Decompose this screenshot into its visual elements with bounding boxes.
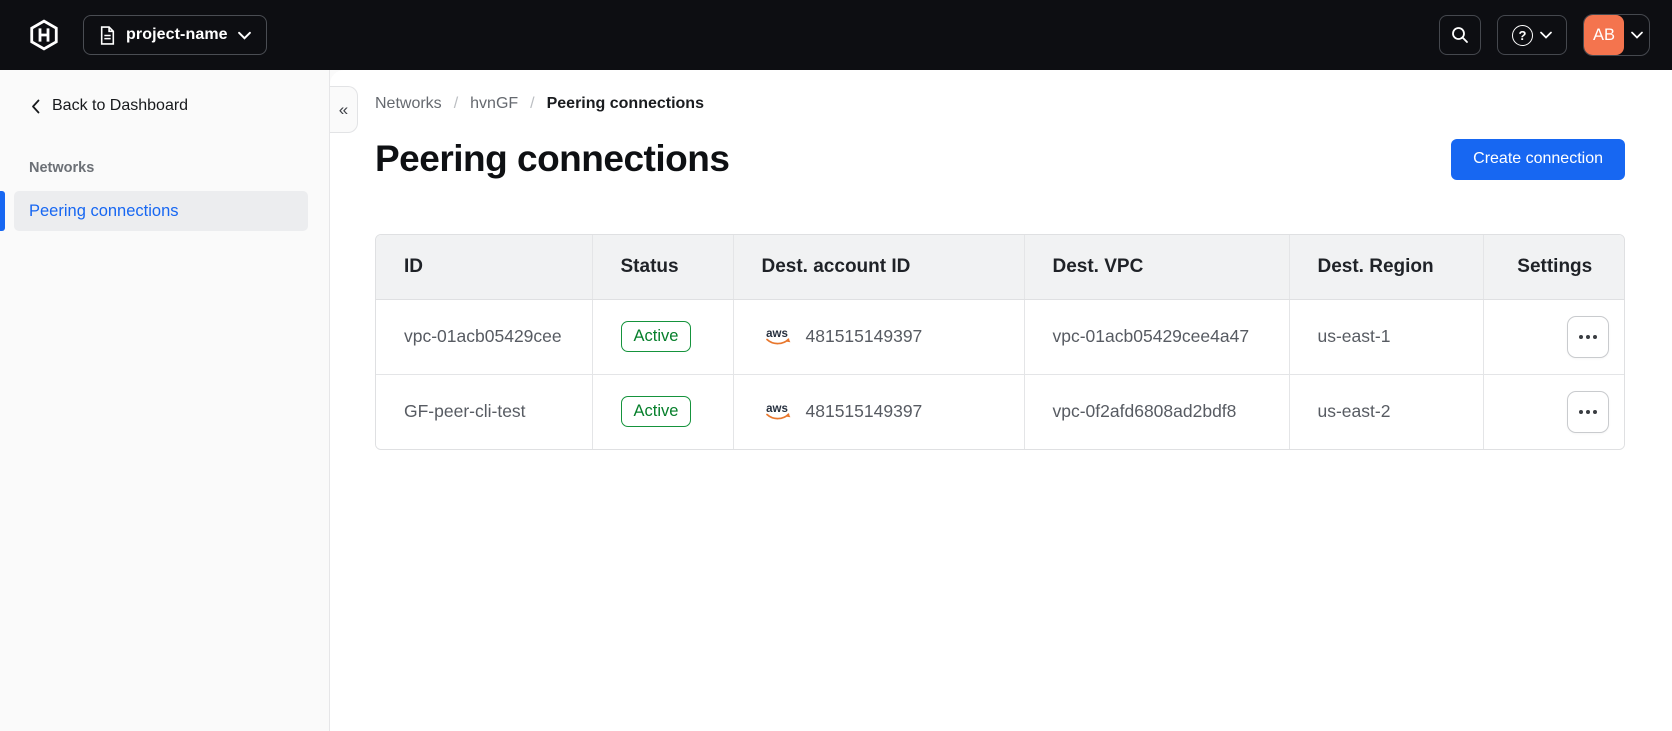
svg-text:aws: aws — [766, 328, 788, 340]
breadcrumb: Networks / hvnGF / Peering connections — [375, 70, 1625, 113]
cell-dest-account: aws 481515149397 — [732, 299, 1024, 374]
aws-icon: aws — [762, 326, 794, 348]
aws-icon: aws — [762, 401, 794, 423]
cell-id: GF-peer-cli-test — [376, 373, 592, 449]
chevron-down-icon — [237, 31, 251, 40]
ellipsis-icon — [1579, 409, 1583, 414]
page-title: Peering connections — [375, 138, 730, 179]
create-connection-button[interactable]: Create connection — [1451, 138, 1625, 180]
chevron-down-icon — [1540, 31, 1552, 39]
row-settings-button[interactable] — [1567, 315, 1609, 358]
cell-dest-vpc: vpc-0f2afd6808ad2bdf8 — [1023, 373, 1289, 449]
account-menu-button[interactable]: AB — [1583, 14, 1650, 56]
topbar: project-name ? AB — [0, 0, 1672, 70]
title-row: Peering connections Create connection — [375, 138, 1625, 180]
chevron-left-icon — [31, 99, 40, 114]
cell-dest-vpc: vpc-01acb05429cee4a47 — [1023, 299, 1289, 374]
column-header-settings: Settings — [1482, 235, 1624, 300]
collapse-icon: « — [338, 99, 349, 119]
back-to-dashboard-label: Back to Dashboard — [52, 97, 189, 114]
main-canvas: Networks / hvnGF / Peering connections P… — [330, 70, 1672, 731]
column-header-dest-region: Dest. Region — [1288, 235, 1483, 300]
peering-connections-table: ID Status Dest. account ID Dest. VPC Des… — [375, 234, 1625, 450]
cell-status: Active — [591, 299, 733, 374]
column-header-dest-vpc: Dest. VPC — [1023, 235, 1289, 300]
chevron-down-icon — [1624, 31, 1649, 39]
table-body: vpc-01acb05429cee Active aws 48151514939… — [376, 299, 1624, 449]
column-header-dest-account-id: Dest. account ID — [732, 235, 1024, 300]
search-icon — [1451, 26, 1469, 44]
svg-text:aws: aws — [766, 403, 788, 415]
column-header-status: Status — [591, 235, 733, 300]
sidebar-item-peering-connections-wrap: Peering connections — [0, 191, 329, 231]
status-badge: Active — [620, 396, 692, 428]
back-to-dashboard-link[interactable]: Back to Dashboard — [0, 70, 329, 115]
dest-account-id: 481515149397 — [805, 326, 923, 346]
breadcrumb-item-current: Peering connections — [546, 95, 704, 112]
avatar: AB — [1584, 15, 1624, 55]
help-icon: ? — [1512, 24, 1533, 46]
breadcrumb-item-networks[interactable]: Networks — [375, 95, 442, 113]
breadcrumb-separator: / — [530, 95, 535, 112]
row-settings-button[interactable] — [1567, 390, 1609, 433]
table-header-row: ID Status Dest. account ID Dest. VPC Des… — [376, 235, 1624, 300]
cell-dest-region: us-east-1 — [1288, 299, 1483, 374]
breadcrumb-separator: / — [453, 95, 459, 112]
dest-account-id: 481515149397 — [805, 401, 923, 422]
table-row: vpc-01acb05429cee Active aws 48151514939… — [376, 299, 1624, 374]
cell-dest-region: us-east-2 — [1288, 373, 1483, 449]
hashicorp-logo[interactable] — [28, 18, 62, 52]
table-row: GF-peer-cli-test Active aws 481515149397… — [376, 373, 1624, 449]
cell-dest-account: aws 481515149397 — [732, 373, 1024, 449]
document-icon — [99, 25, 116, 45]
status-badge: Active — [620, 321, 692, 352]
app-window: project-name ? AB Back to Dashboard Netw… — [0, 0, 1672, 731]
cell-settings — [1482, 373, 1624, 449]
sidebar-section-networks: Networks — [29, 160, 95, 176]
project-switcher[interactable]: project-name — [83, 15, 267, 55]
breadcrumb-item-hvn[interactable]: hvnGF — [470, 95, 518, 113]
cell-settings — [1482, 299, 1624, 374]
app-body: Back to Dashboard Networks Peering conne… — [0, 70, 1672, 731]
project-switcher-label: project-name — [126, 26, 228, 43]
sidebar: Back to Dashboard Networks Peering conne… — [0, 70, 330, 731]
cell-status: Active — [591, 373, 733, 449]
ellipsis-icon — [1579, 334, 1583, 339]
help-menu-button[interactable]: ? — [1497, 15, 1567, 55]
search-button[interactable] — [1439, 15, 1481, 55]
main-area: Networks / hvnGF / Peering connections P… — [330, 70, 1672, 731]
column-header-id: ID — [376, 235, 592, 300]
sidebar-item-peering-connections[interactable]: Peering connections — [14, 191, 308, 231]
sidebar-collapse-button[interactable]: « — [330, 86, 358, 133]
cell-id: vpc-01acb05429cee — [376, 299, 592, 374]
active-indicator — [0, 191, 5, 231]
